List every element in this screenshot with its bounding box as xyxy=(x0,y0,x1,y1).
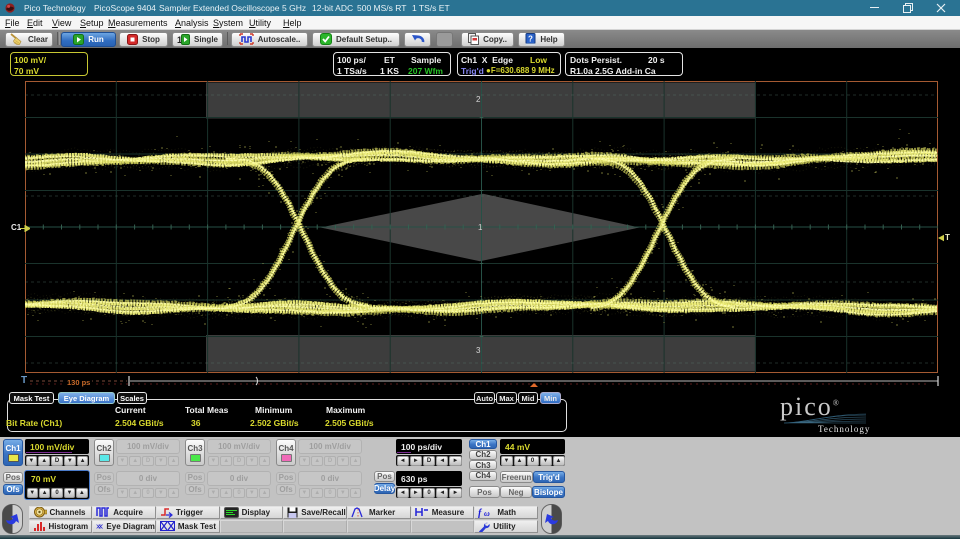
svg-text:f: f xyxy=(478,508,483,518)
svg-text:?: ? xyxy=(528,35,533,44)
svg-text:ω: ω xyxy=(484,509,490,518)
